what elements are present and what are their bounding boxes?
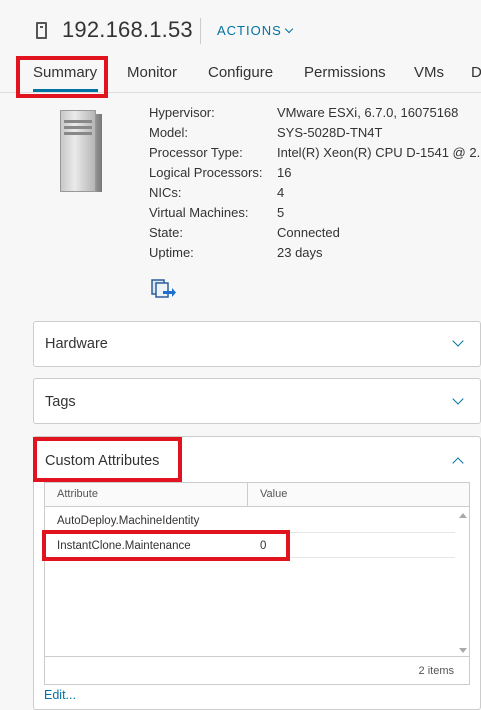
tab-datastores[interactable]: D [471, 64, 481, 81]
custom-attributes-panel: Custom Attributes Attribute Value AutoDe… [33, 436, 481, 710]
scroll-up-arrow-icon[interactable] [459, 513, 467, 518]
scroll-down-arrow-icon[interactable] [459, 648, 467, 653]
chevron-down-icon[interactable] [452, 335, 464, 347]
summary-value: 4 [277, 185, 285, 200]
tab-configure[interactable]: Configure [208, 64, 273, 81]
value-cell: 0 [260, 540, 267, 552]
panel-title: Hardware [45, 336, 108, 352]
edit-attributes-link[interactable]: Edit... [44, 688, 76, 702]
header-divider [200, 18, 201, 44]
panel-title: Tags [45, 394, 76, 410]
summary-value: Connected [277, 225, 340, 240]
tab-monitor[interactable]: Monitor [127, 64, 177, 81]
chevron-up-icon[interactable] [452, 457, 464, 469]
column-header-attribute[interactable]: Attribute [57, 488, 98, 500]
tab-permissions[interactable]: Permissions [304, 64, 386, 81]
tags-panel[interactable]: Tags [33, 378, 481, 424]
custom-attributes-grid: Attribute Value AutoDeploy.MachineIdenti… [44, 482, 470, 685]
hardware-panel[interactable]: Hardware [33, 321, 481, 367]
tabs-divider [0, 92, 481, 93]
server-icon [50, 108, 110, 196]
column-resize-handle[interactable] [247, 483, 248, 507]
tab-vms[interactable]: VMs [414, 64, 444, 81]
tab-summary[interactable]: Summary [33, 64, 97, 81]
summary-label: Processor Type: [149, 145, 243, 160]
grid-scrollbar[interactable] [455, 507, 469, 657]
summary-value: 5 [277, 205, 285, 220]
page-title: 192.168.1.53 [62, 17, 193, 42]
summary-value: Intel(R) Xeon(R) CPU D-1541 @ 2.1 [277, 145, 481, 160]
actions-menu-button[interactable]: ACTIONS [217, 23, 294, 38]
summary-value: VMware ESXi, 6.7.0, 16075168 [277, 105, 459, 120]
column-header-value[interactable]: Value [260, 488, 287, 500]
attribute-cell: InstantClone.Maintenance [57, 540, 191, 552]
summary-label: Uptime: [149, 245, 194, 260]
migrate-vm-icon[interactable] [151, 278, 177, 300]
chevron-down-icon[interactable] [452, 393, 464, 405]
table-row[interactable]: InstantClone.Maintenance 0 [45, 534, 455, 558]
summary-value: 16 [277, 165, 292, 180]
attribute-cell: AutoDeploy.MachineIdentity [57, 515, 200, 527]
grid-footer: 2 items [45, 656, 469, 684]
actions-label: ACTIONS [217, 23, 282, 38]
summary-value: 23 days [277, 245, 323, 260]
summary-label: Model: [149, 125, 189, 140]
summary-label: Hypervisor: [149, 105, 215, 120]
summary-label: Logical Processors: [149, 165, 263, 180]
item-count: 2 items [418, 665, 454, 677]
summary-label: NICs: [149, 185, 182, 200]
summary-value: SYS-5028D-TN4T [277, 125, 383, 140]
grid-header: Attribute Value [45, 483, 469, 507]
chevron-down-icon [284, 24, 294, 34]
summary-label: State: [149, 225, 183, 240]
tab-bar: Summary Monitor Configure Permissions VM… [0, 58, 481, 90]
summary-label: Virtual Machines: [149, 205, 249, 220]
table-row[interactable]: AutoDeploy.MachineIdentity [45, 509, 455, 533]
panel-title: Custom Attributes [45, 453, 160, 469]
host-icon [36, 22, 47, 39]
